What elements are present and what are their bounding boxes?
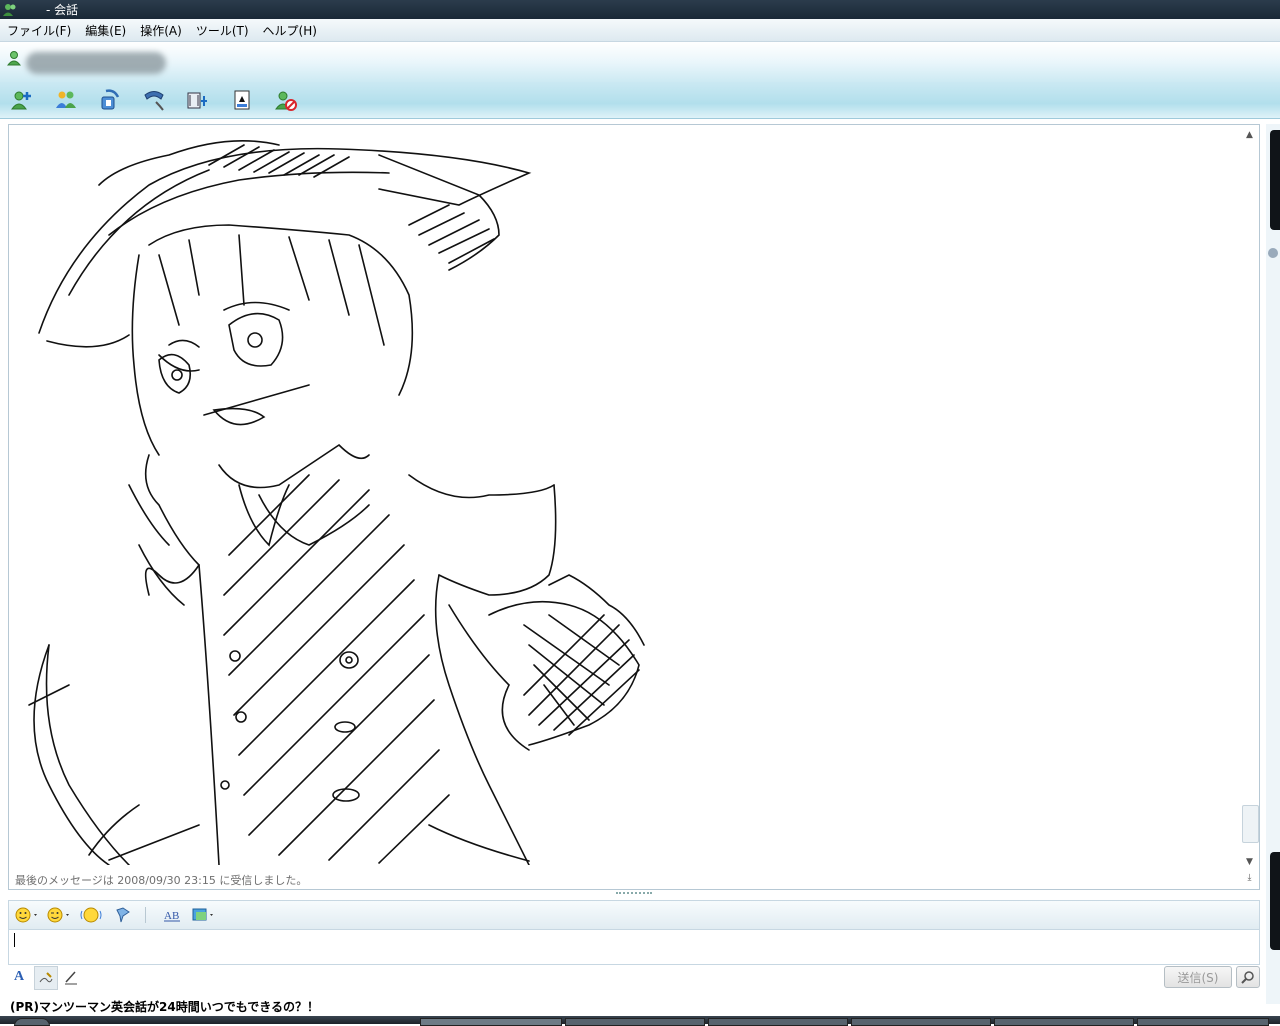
svg-text:AB: AB (164, 910, 179, 922)
taskbar-item[interactable] (565, 1018, 705, 1026)
scroll-down-arrow-icon[interactable]: ▼ (1244, 857, 1255, 868)
video-clip-button[interactable] (184, 86, 212, 114)
menu-actions[interactable]: 操作(A) (133, 22, 189, 39)
messenger-icon (3, 3, 16, 16)
sketch-image (28, 139, 645, 865)
taskbar-item[interactable] (1137, 1018, 1269, 1026)
scroll-thumb[interactable] (1242, 805, 1259, 843)
pane-splitter[interactable] (616, 892, 652, 898)
invite-contact-icon (11, 91, 31, 110)
phone-call-button[interactable] (140, 86, 168, 114)
nudge-button[interactable] (77, 904, 105, 926)
nudge-icon (80, 907, 102, 923)
voice-clip-icon (116, 907, 130, 923)
ad-banner[interactable]: (PR)マンツーマン英会話が24時間いつでもできるの？！ (0, 996, 1274, 1016)
contact-display-picture[interactable] (1270, 130, 1280, 230)
share-folders-button[interactable] (52, 86, 80, 114)
menu-edit[interactable]: 編集(E) (78, 22, 133, 39)
message-input[interactable] (8, 929, 1260, 965)
emoticon-button[interactable] (13, 904, 41, 926)
last-message-status: 最後のメッセージは 2008/09/30 23:15 に受信しました。 (15, 874, 308, 887)
taskbar-item-active[interactable] (420, 1018, 562, 1026)
wink-button[interactable] (45, 904, 73, 926)
toolbar-separator (145, 907, 146, 923)
contact-name-redacted (26, 52, 166, 74)
start-button[interactable] (14, 1018, 50, 1026)
handwriting-icon (39, 972, 53, 983)
voice-clip-button[interactable] (109, 904, 137, 926)
conversation-history[interactable]: 最後のメッセージは 2008/09/30 23:15 に受信しました。 ▲ ▼ … (8, 124, 1260, 890)
history-scrollbar[interactable]: ▲ ▼ ⤓ (1241, 125, 1259, 889)
text-format-icon: A (13, 969, 25, 984)
contact-status-icon (6, 51, 22, 66)
taskbar-item[interactable] (851, 1018, 991, 1026)
video-clip-icon (187, 92, 207, 109)
display-picture-panel (1266, 124, 1280, 1004)
webcam-icon[interactable] (1268, 248, 1278, 258)
block-contact-button[interactable] (272, 86, 300, 114)
invite-contact-button[interactable] (8, 86, 36, 114)
text-format-button[interactable]: A (8, 966, 30, 988)
scroll-up-arrow-icon[interactable]: ▲ (1244, 130, 1255, 141)
scroll-end-arrow-icon[interactable]: ⤓ (1244, 873, 1255, 884)
menu-help[interactable]: ヘルプ(H) (256, 22, 324, 39)
handwriting-button[interactable] (34, 966, 58, 990)
games-icon (234, 90, 250, 110)
font-icon: AB (164, 910, 180, 922)
background-icon (192, 908, 213, 921)
ad-text[interactable]: (PR)マンツーマン英会話が24時間いつでもできるの？！ (10, 998, 319, 1015)
video-call-button[interactable] (96, 86, 124, 114)
menu-bar: ファイル(F) 編集(E) 操作(A) ツール(T) ヘルプ(H) (0, 19, 1280, 42)
taskbar-item[interactable] (708, 1018, 848, 1026)
taskbar (0, 1016, 1280, 1026)
emoticon-toolbar: AB (8, 900, 1260, 930)
menu-tools[interactable]: ツール(T) (189, 22, 256, 39)
my-display-picture[interactable] (1270, 852, 1280, 950)
search-icon (1241, 971, 1254, 984)
search-button[interactable] (1236, 966, 1260, 988)
wink-icon (47, 907, 69, 923)
pen-button[interactable] (60, 966, 82, 988)
share-folders-icon (56, 91, 76, 108)
taskbar-item[interactable] (994, 1018, 1134, 1026)
text-caret (14, 933, 15, 947)
pen-icon (65, 971, 77, 985)
title-bar: - 会話 (0, 0, 1280, 19)
format-bar: A (8, 964, 1258, 990)
phone-call-icon (144, 91, 164, 111)
background-button[interactable] (190, 904, 218, 926)
font-button[interactable]: AB (158, 904, 186, 926)
window-title: - 会話 (46, 3, 79, 17)
block-contact-icon (275, 91, 297, 111)
menu-file[interactable]: ファイル(F) (0, 22, 78, 39)
video-call-icon (101, 89, 120, 110)
send-button[interactable]: 送信(S) (1164, 966, 1232, 988)
smiley-icon (15, 907, 37, 923)
games-button[interactable] (228, 86, 256, 114)
contact-header (0, 42, 1280, 82)
action-toolbar (0, 82, 1280, 119)
